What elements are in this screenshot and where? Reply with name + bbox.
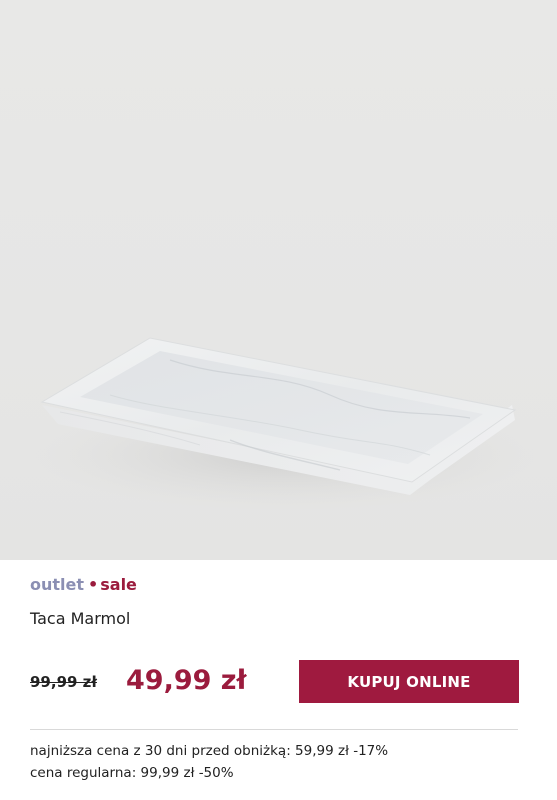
outlet-tag[interactable]: outlet xyxy=(30,575,84,594)
marble-tray-illustration xyxy=(35,337,535,510)
divider xyxy=(30,729,518,730)
old-price: 99,99 zł xyxy=(30,673,97,691)
lowest-price-note: najniższa cena z 30 dni przed obniżką: 5… xyxy=(30,743,389,759)
tag-separator: • xyxy=(88,575,99,594)
product-tags: outlet • sale xyxy=(30,575,137,595)
price-history-info: najniższa cena z 30 dni przed obniżką: 5… xyxy=(30,740,388,784)
buy-online-button[interactable]: KUPUJ ONLINE xyxy=(299,660,519,703)
sale-price: 49,99 zł xyxy=(126,665,247,696)
sale-tag[interactable]: sale xyxy=(100,575,137,594)
product-image[interactable] xyxy=(0,0,557,560)
product-name[interactable]: Taca Marmol xyxy=(30,609,130,629)
regular-price-note: cena regularna: 99,99 zł -50% xyxy=(30,765,234,781)
